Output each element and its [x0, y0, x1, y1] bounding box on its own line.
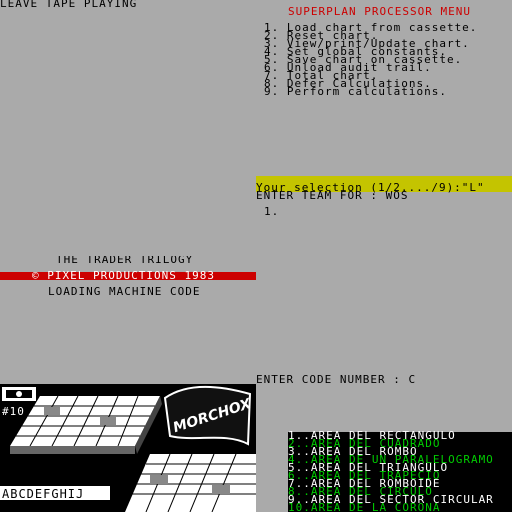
- column-letters: ABCDEFGHIJ: [2, 487, 85, 501]
- code-entry-pane: ENTER CODE NUMBER : C: [256, 256, 512, 384]
- area-menu-pane: 1..AREA DEL RECTANGULO 2..AREA DEL CUADRA…: [256, 384, 512, 512]
- menu-item[interactable]: 9. Perform calculations.: [264, 86, 447, 97]
- team-entry: 1.: [264, 205, 280, 218]
- trader-trilogy-pane: THE TRADER TRILOGY © PIXEL PRODUCTIONS 1…: [0, 256, 256, 384]
- level-indicator: #10: [2, 405, 25, 418]
- loader-status: LOADING MACHINE CODE: [48, 285, 201, 298]
- code-prompt[interactable]: ENTER CODE NUMBER : C: [256, 374, 416, 384]
- area-option[interactable]: 10.AREA DE LA CORONA: [288, 502, 440, 512]
- copyright-text: © PIXEL PRODUCTIONS 1983: [32, 269, 215, 282]
- isometric-game-screen: MORCHOX #10 ABCDEFGHIJ: [0, 384, 256, 512]
- menu-title: SUPERPLAN PROCESSOR MENU: [288, 5, 471, 18]
- loader-title: THE TRADER TRILOGY: [56, 256, 194, 266]
- team-prompt[interactable]: ENTER TEAM FOR : WOS: [256, 190, 408, 201]
- tape-loader-pane: LEAVE TAPE PLAYING: [0, 0, 256, 256]
- area-menu-box: 1..AREA DEL RECTANGULO 2..AREA DEL CUADRA…: [288, 430, 512, 512]
- tape-status-text: LEAVE TAPE PLAYING: [0, 0, 138, 10]
- selection-pane: Your selection (1/2..../9):"L" ENTER TEA…: [256, 176, 512, 256]
- superplan-menu-pane: SUPERPLAN PROCESSOR MENU 1. Load chart f…: [256, 0, 512, 176]
